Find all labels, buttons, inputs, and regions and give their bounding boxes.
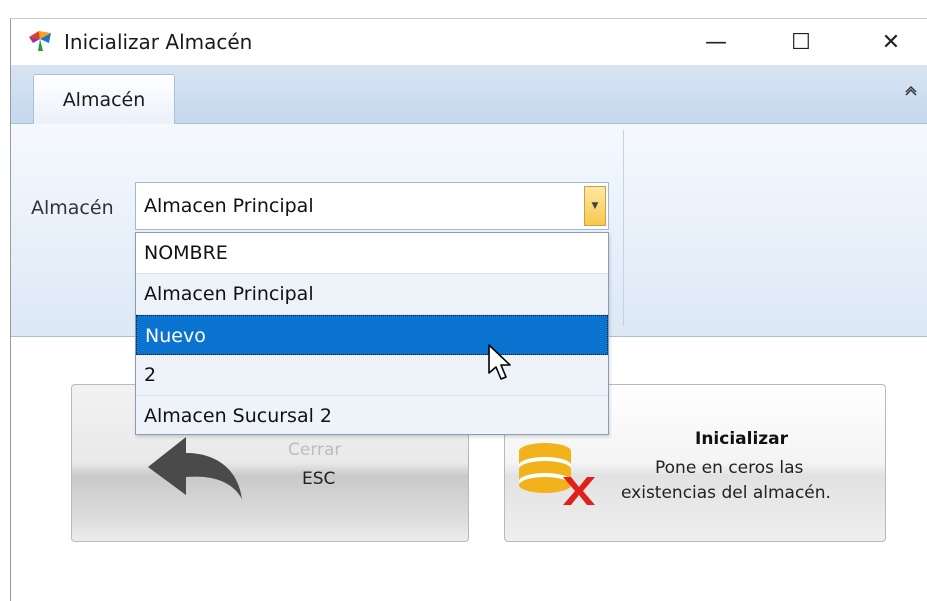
dropdown-arrow-button[interactable]: ▼ xyxy=(584,186,606,226)
inicializar-button-description-line2: existencias del almacén. xyxy=(621,483,831,503)
undo-arrow-icon xyxy=(148,437,242,499)
dropdown-option[interactable]: Almacen Sucursal 2 xyxy=(136,396,608,436)
dropdown-option-highlighted[interactable]: Nuevo xyxy=(136,315,608,355)
close-button[interactable]: ✕ xyxy=(861,19,921,65)
ribbon-group-separator xyxy=(623,130,624,326)
maximize-icon: ☐ xyxy=(791,29,811,55)
cerrar-button-title: Cerrar xyxy=(288,440,342,460)
almacen-field-label: Almacén xyxy=(31,197,114,219)
almacen-combobox[interactable]: Almacen Principal ▼ xyxy=(135,182,609,230)
chevron-up-icon[interactable] xyxy=(904,85,918,97)
app-window: Inicializar Almacén — ☐ ✕ Almacén Almacé… xyxy=(10,18,927,601)
minimize-button[interactable]: — xyxy=(686,19,746,65)
close-icon: ✕ xyxy=(881,29,901,55)
tab-almacen-label: Almacén xyxy=(62,89,146,111)
window-title: Inicializar Almacén xyxy=(64,30,253,54)
dropdown-column-header: NOMBRE xyxy=(136,233,608,274)
title-bar: Inicializar Almacén — ☐ ✕ xyxy=(11,19,927,65)
maximize-button[interactable]: ☐ xyxy=(771,19,831,65)
mouse-pointer-icon xyxy=(488,344,511,380)
tab-almacen[interactable]: Almacén xyxy=(33,74,175,125)
dropdown-option[interactable]: Almacen Principal xyxy=(136,274,608,315)
inicializar-button-title: Inicializar xyxy=(695,429,789,449)
dropdown-option[interactable]: 2 xyxy=(136,355,608,396)
chevron-down-icon: ▼ xyxy=(591,201,599,211)
minimize-icon: — xyxy=(705,29,727,55)
cerrar-button-shortcut: ESC xyxy=(302,469,336,489)
inicializar-button-description-line1: Pone en ceros las xyxy=(655,458,804,478)
ribbon-tabstrip: Almacén xyxy=(11,65,927,125)
almacen-dropdown-list: NOMBRE Almacen Principal Nuevo 2 Almacen… xyxy=(135,232,609,435)
database-delete-icon xyxy=(519,443,595,505)
almacen-combobox-value: Almacen Principal xyxy=(144,195,314,217)
app-logo-icon xyxy=(29,31,51,51)
